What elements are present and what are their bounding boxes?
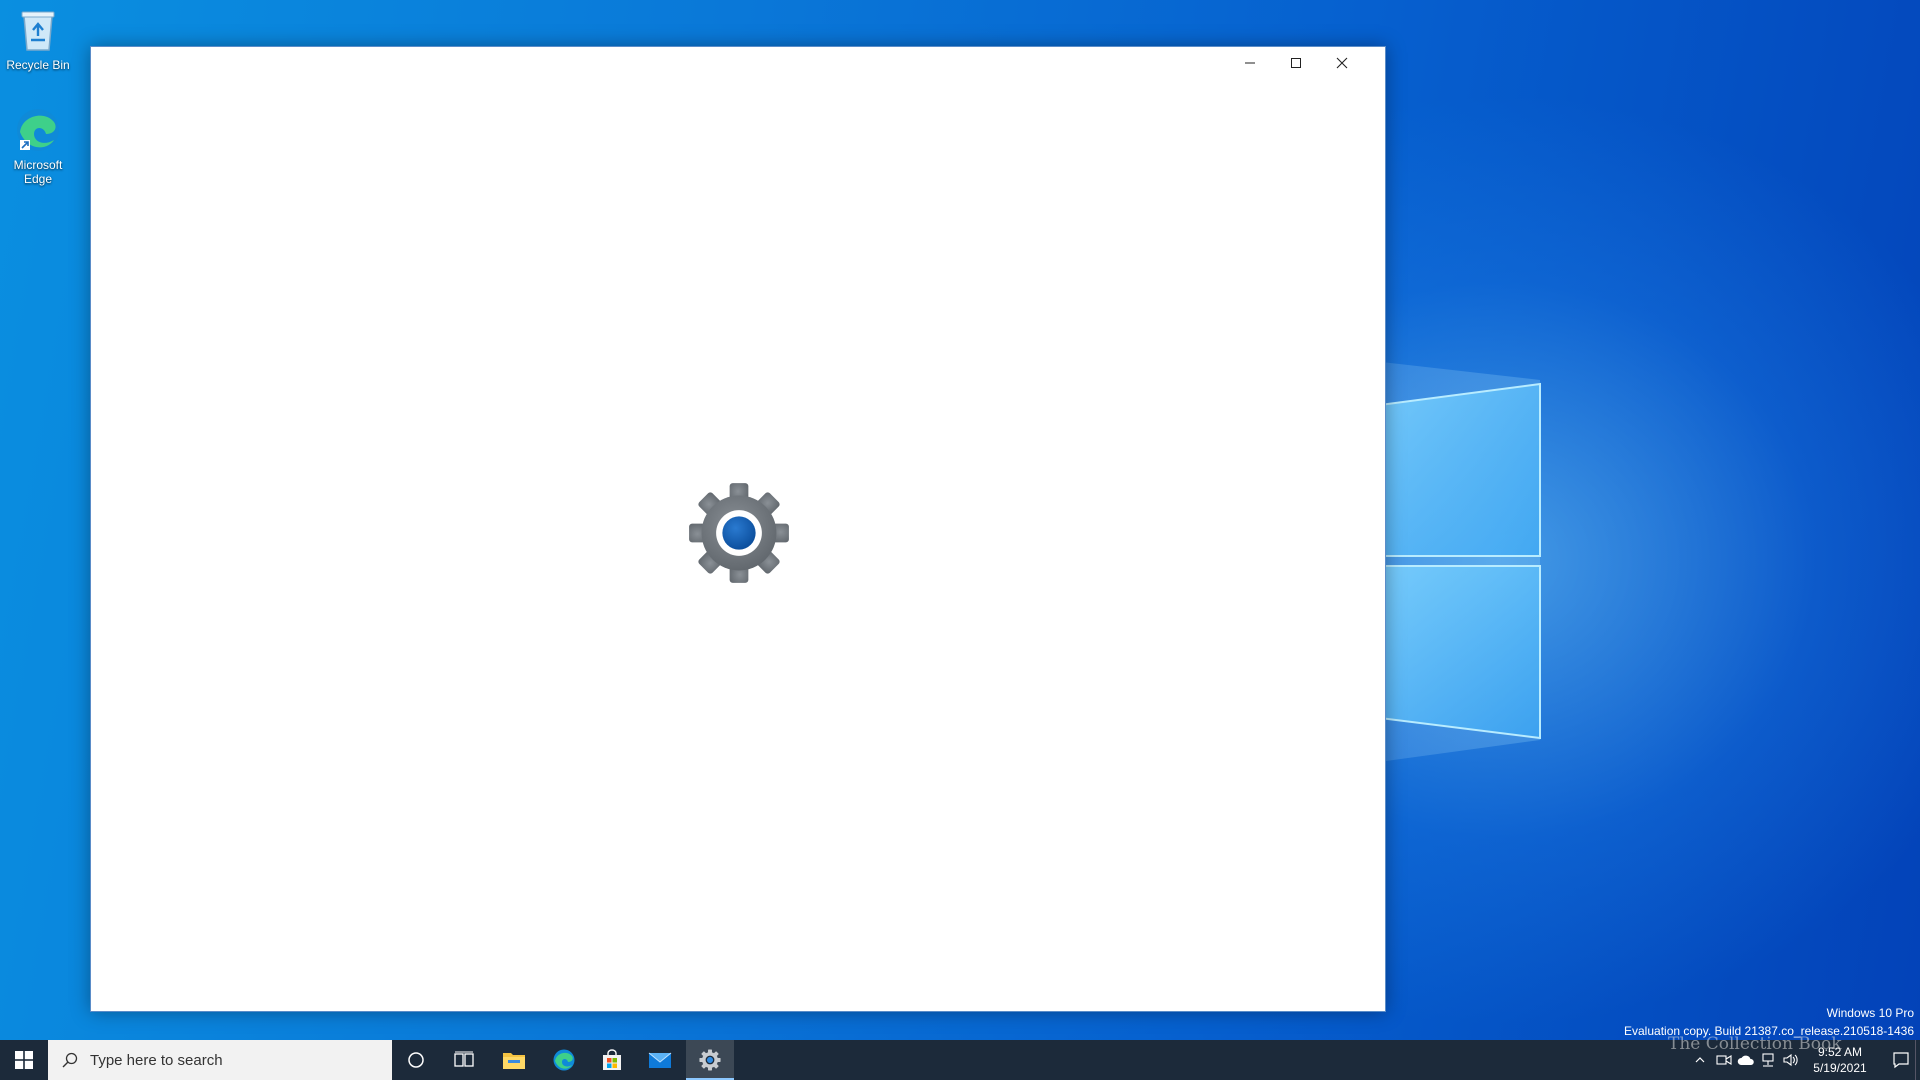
settings-gear-icon [689,483,789,583]
microsoft-edge-label: Microsoft Edge [13,158,63,186]
windows-start-icon [15,1051,33,1069]
taskbar: Type here to search 9:52 AM 5/19/2021 [0,1040,1920,1080]
corner-watermark-text: The Collection Book [1668,1034,1842,1054]
network-icon [1762,1053,1774,1067]
maximize-button[interactable] [1273,47,1319,79]
close-button[interactable] [1319,47,1365,79]
mail-icon [648,1052,672,1068]
start-button[interactable] [0,1040,48,1080]
cloud-icon [1737,1055,1754,1065]
show-desktop-button[interactable] [1915,1040,1920,1080]
taskbar-search-box[interactable]: Type here to search [48,1040,392,1080]
taskbar-edge-button[interactable] [540,1040,588,1080]
taskbar-file-explorer-button[interactable] [490,1040,538,1080]
recycle-bin-label: Recycle Bin [6,58,70,72]
search-placeholder-text: Type here to search [90,1051,223,1069]
desktop-icon-microsoft-edge[interactable]: Microsoft Edge [0,106,76,186]
gear-icon [699,1049,721,1071]
meet-now-icon [1716,1055,1732,1065]
desktop-icon-recycle-bin[interactable]: Recycle Bin [0,6,76,72]
chevron-up-icon [1695,1057,1705,1063]
notification-icon [1893,1052,1909,1069]
store-bag-icon [603,1049,621,1070]
clock-date: 5/19/2021 [1813,1061,1867,1075]
edge-icon [17,109,59,151]
volume-icon [1783,1053,1798,1067]
taskbar-cortana-button[interactable] [392,1040,440,1080]
folder-icon [503,1053,525,1069]
settings-window[interactable] [90,46,1386,1012]
desktop: Recycle Bin Microsoft Edge Windows 10 Pr… [0,0,1920,1080]
taskbar-settings-button[interactable] [686,1040,734,1080]
taskbar-mail-button[interactable] [636,1040,684,1080]
recycle-bin-icon [21,11,55,51]
search-icon [62,1052,78,1068]
taskbar-store-button[interactable] [588,1040,636,1080]
close-icon [1336,57,1348,69]
minimize-icon [1245,62,1255,64]
taskbar-task-view-button[interactable] [440,1040,488,1080]
maximize-icon [1291,58,1301,68]
task-view-icon [454,1051,474,1067]
edge-icon [553,1049,575,1071]
minimize-button[interactable] [1227,47,1273,79]
windows-edition-text: Windows 10 Pro [1826,1006,1914,1020]
cortana-circle-icon [408,1052,424,1068]
